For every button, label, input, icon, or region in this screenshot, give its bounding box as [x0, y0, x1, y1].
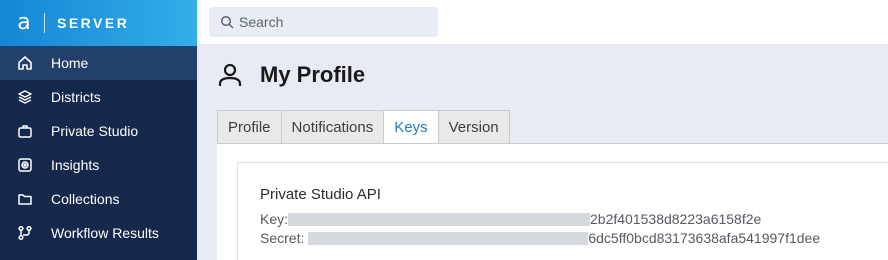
- brand-name: SERVER: [57, 15, 130, 31]
- sidebar-item-private-studio[interactable]: Private Studio: [0, 114, 197, 148]
- sidebar-item-label: Collections: [51, 191, 120, 207]
- profile-tabs: Profile Notifications Keys Version: [217, 110, 510, 144]
- sidebar: a SERVER Home Districts Private Studio I…: [0, 0, 197, 260]
- tab-panel: Private Studio API Key: 2b2f401538d8223a…: [217, 143, 888, 260]
- sidebar-item-collections[interactable]: Collections: [0, 182, 197, 216]
- user-icon: [218, 63, 242, 86]
- api-secret-value: 6dc5ff0bcd83173638afa541997f1dee: [588, 230, 821, 246]
- sidebar-item-label: Private Studio: [51, 123, 139, 139]
- sidebar-item-label: Workflow Results: [51, 225, 159, 241]
- api-secret-row: Secret: 6dc5ff0bcd83173638afa541997f1dee: [260, 230, 820, 246]
- api-secret-label: Secret:: [260, 230, 305, 246]
- layers-icon: [16, 88, 34, 106]
- api-key-row: Key: 2b2f401538d8223a6158f2e: [260, 211, 761, 227]
- section-title: Private Studio API: [260, 186, 381, 203]
- tab-version[interactable]: Version: [437, 110, 510, 143]
- sidebar-item-districts[interactable]: Districts: [0, 80, 197, 114]
- briefcase-icon: [16, 122, 34, 140]
- brand-header[interactable]: a SERVER: [0, 0, 197, 46]
- sidebar-item-insights[interactable]: Insights: [0, 148, 197, 182]
- folder-icon: [16, 190, 34, 208]
- workflow-icon: [16, 224, 34, 242]
- api-key-label: Key:: [260, 211, 289, 227]
- page-title: My Profile: [260, 62, 366, 87]
- sidebar-item-workflow-results[interactable]: Workflow Results: [0, 216, 197, 250]
- tab-profile[interactable]: Profile: [217, 110, 282, 143]
- api-secret-redaction: [308, 231, 589, 245]
- sidebar-item-label: Districts: [51, 89, 101, 105]
- brand-divider: [44, 13, 45, 33]
- api-key-redaction: [288, 212, 591, 226]
- sidebar-item-label: Insights: [51, 157, 100, 173]
- api-key-value: 2b2f401538d8223a6158f2e: [590, 211, 762, 227]
- search-icon: [220, 15, 234, 29]
- app-window: a SERVER Home Districts Private Studio I…: [0, 0, 888, 260]
- search-box[interactable]: [209, 7, 438, 37]
- sidebar-item-label: Home: [51, 55, 89, 71]
- page-header: My Profile: [217, 62, 365, 88]
- brand-logo: a: [17, 10, 31, 35]
- search-input[interactable]: [239, 14, 429, 30]
- main-content: My Profile Profile Notifications Keys Ve…: [197, 44, 888, 260]
- api-keys-card: Private Studio API Key: 2b2f401538d8223a…: [237, 162, 888, 260]
- sidebar-item-home[interactable]: Home: [0, 46, 197, 80]
- top-bar: [197, 0, 888, 44]
- home-icon: [16, 54, 34, 72]
- tab-notifications[interactable]: Notifications: [280, 110, 385, 143]
- tab-keys[interactable]: Keys: [383, 110, 439, 144]
- insights-icon: [16, 156, 34, 174]
- sidebar-nav: Home Districts Private Studio Insights C…: [0, 46, 197, 250]
